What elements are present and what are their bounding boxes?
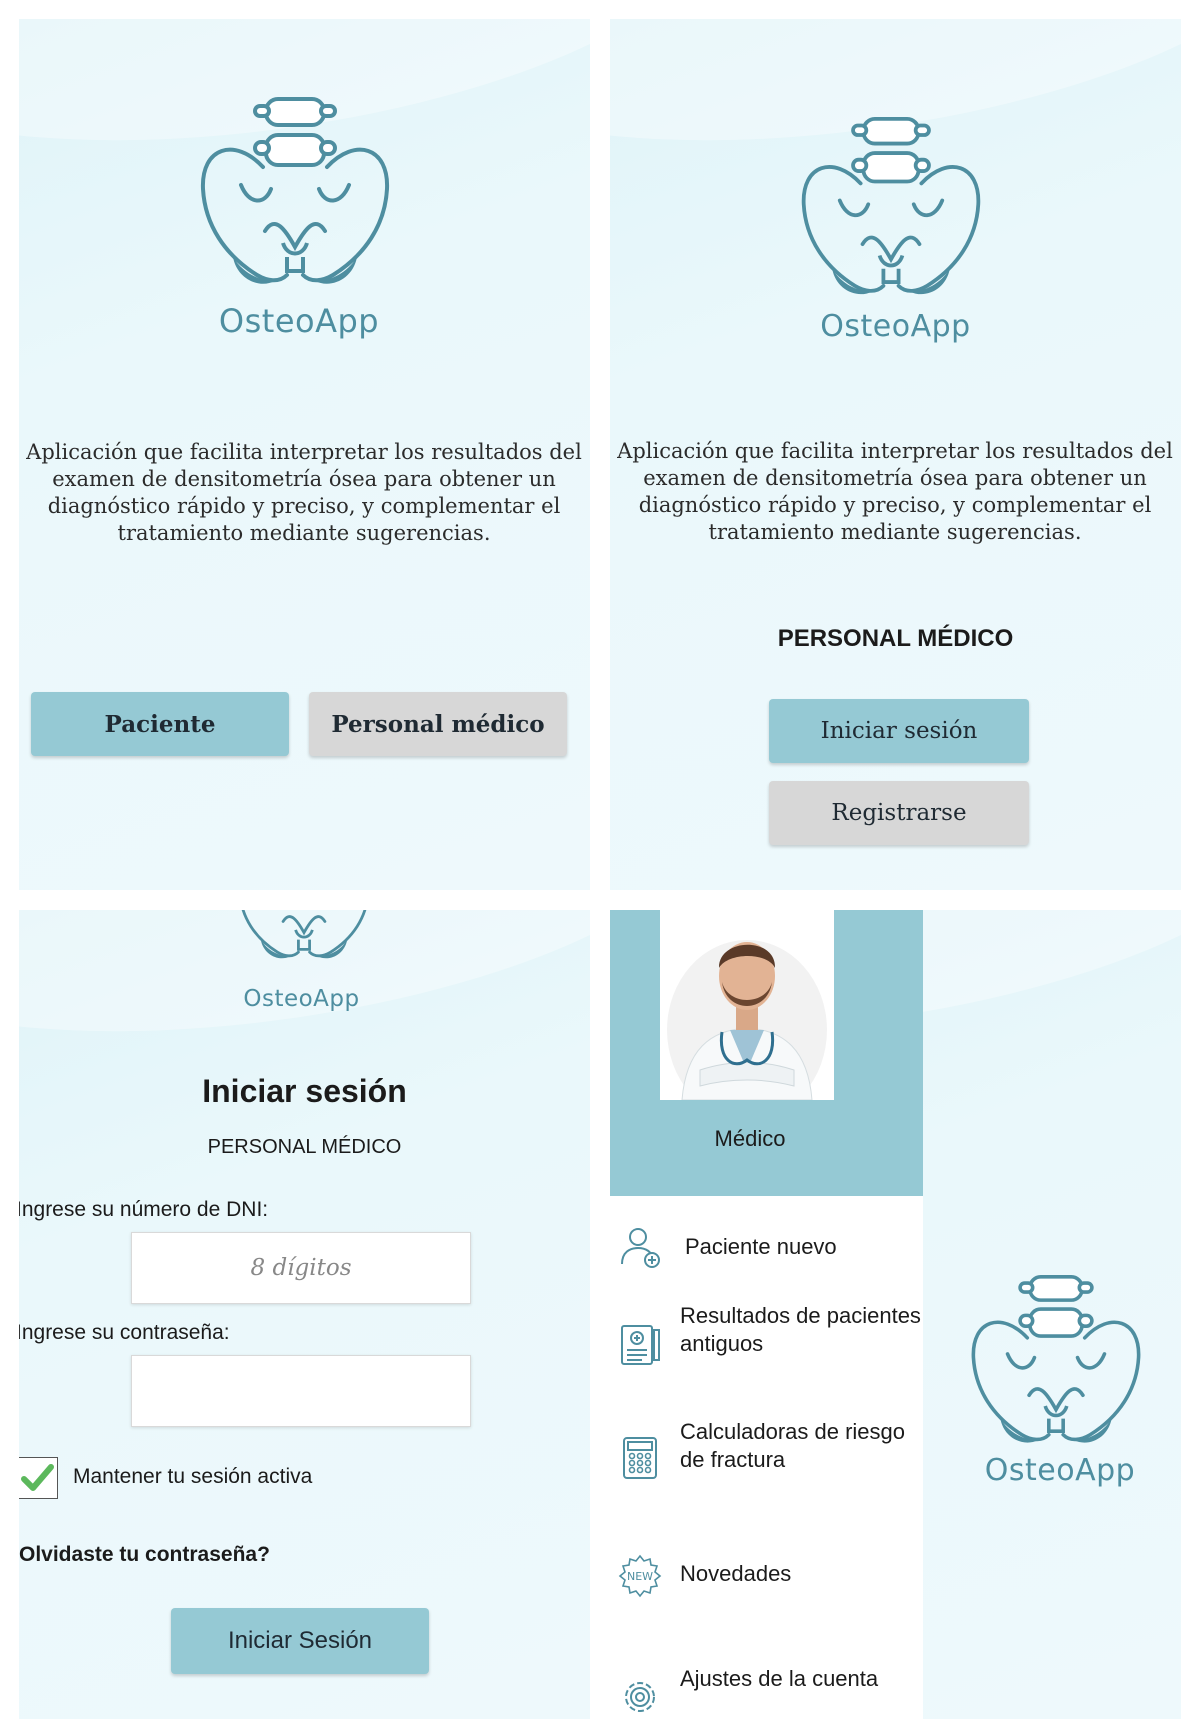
app-name: OsteoApp <box>218 302 380 340</box>
avatar[interactable] <box>660 910 834 1100</box>
password-input[interactable] <box>131 1355 471 1427</box>
checkmark-icon <box>21 1464 54 1491</box>
login-submit-button[interactable]: Iniciar Sesión <box>171 1608 429 1674</box>
app-name: OsteoApp <box>984 1453 1136 1488</box>
osteoapp-logo-icon <box>796 117 986 302</box>
clipboard-icon <box>621 1325 660 1365</box>
calculator-icon <box>623 1437 657 1479</box>
forgot-password-link[interactable]: Olvidaste tu contraseña? <box>19 1543 270 1567</box>
password-label: Ingrese su contraseña: <box>19 1321 230 1344</box>
drawer-header: Médico <box>610 910 923 1196</box>
menu-item-old-results[interactable]: Resultados de pacientes antiguos <box>610 1292 923 1402</box>
keep-session-label: Mantener tu sesión activa <box>73 1465 313 1488</box>
svg-text:NEW: NEW <box>627 1570 653 1583</box>
medical-staff-screen: OsteoApp Aplicación que facilita interpr… <box>610 19 1181 890</box>
menu-label-account-settings: Ajustes de la cuenta <box>680 1666 879 1691</box>
user-role-label: Médico <box>714 1126 786 1151</box>
menu-item-new-patient[interactable]: Paciente nuevo <box>610 1216 923 1276</box>
osteoapp-logo-icon <box>966 1275 1146 1450</box>
dni-input[interactable]: 8 dígitos <box>131 1232 471 1304</box>
app-description: Aplicación que facilita interpretar los … <box>26 440 582 545</box>
menu-label-old-results: Resultados de pacientes antiguos <box>680 1303 921 1356</box>
gear-icon <box>625 1682 655 1712</box>
login-submit-label: Iniciar Sesión <box>227 1627 373 1654</box>
medical-staff-button[interactable]: Personal médico <box>309 692 567 756</box>
menu-item-news[interactable]: NEW Novedades <box>610 1546 923 1606</box>
dni-label: Ingrese su número de DNI: <box>19 1198 269 1221</box>
doctor-avatar-icon <box>667 940 827 1100</box>
welcome-screen: OsteoApp Aplicación que facilita interpr… <box>19 19 590 890</box>
menu-label-fracture-calculators: Calculadoras de riesgo de fractura <box>680 1419 906 1472</box>
keep-session-checkbox[interactable] <box>19 1457 58 1499</box>
section-title: PERSONAL MÉDICO <box>777 625 1014 652</box>
login-button[interactable]: Iniciar sesión <box>769 699 1029 763</box>
app-description: Aplicación que facilita interpretar los … <box>617 439 1173 544</box>
menu-item-account-settings[interactable]: Ajustes de la cuenta <box>610 1661 923 1719</box>
app-name: OsteoApp <box>243 986 360 1012</box>
app-name: OsteoApp <box>820 309 971 344</box>
new-badge-icon: NEW <box>618 1554 662 1598</box>
drawer-menu: Paciente nuevo Resultados de pacientes a… <box>610 1196 923 1719</box>
menu-item-fracture-calculators[interactable]: Calculadoras de riesgo de fractura <box>610 1406 923 1516</box>
login-screen: OsteoApp Iniciar sesión PERSONAL MÉDICO … <box>19 910 590 1719</box>
menu-label-news: Novedades <box>680 1561 792 1586</box>
patient-button[interactable]: Paciente <box>31 692 289 756</box>
osteoapp-logo-icon <box>234 910 374 964</box>
osteoapp-logo-icon <box>195 97 395 292</box>
page-title: Iniciar sesión <box>202 1073 407 1109</box>
home-drawer-screen: OsteoApp Médico Paciente nuevo Resultado… <box>610 910 1181 1719</box>
page-subtitle: PERSONAL MÉDICO <box>207 1136 402 1158</box>
dni-placeholder: 8 dígitos <box>250 1255 352 1281</box>
menu-label-new-patient: Paciente nuevo <box>685 1234 837 1259</box>
new-patient-icon <box>621 1228 660 1268</box>
register-button[interactable]: Registrarse <box>769 781 1029 845</box>
